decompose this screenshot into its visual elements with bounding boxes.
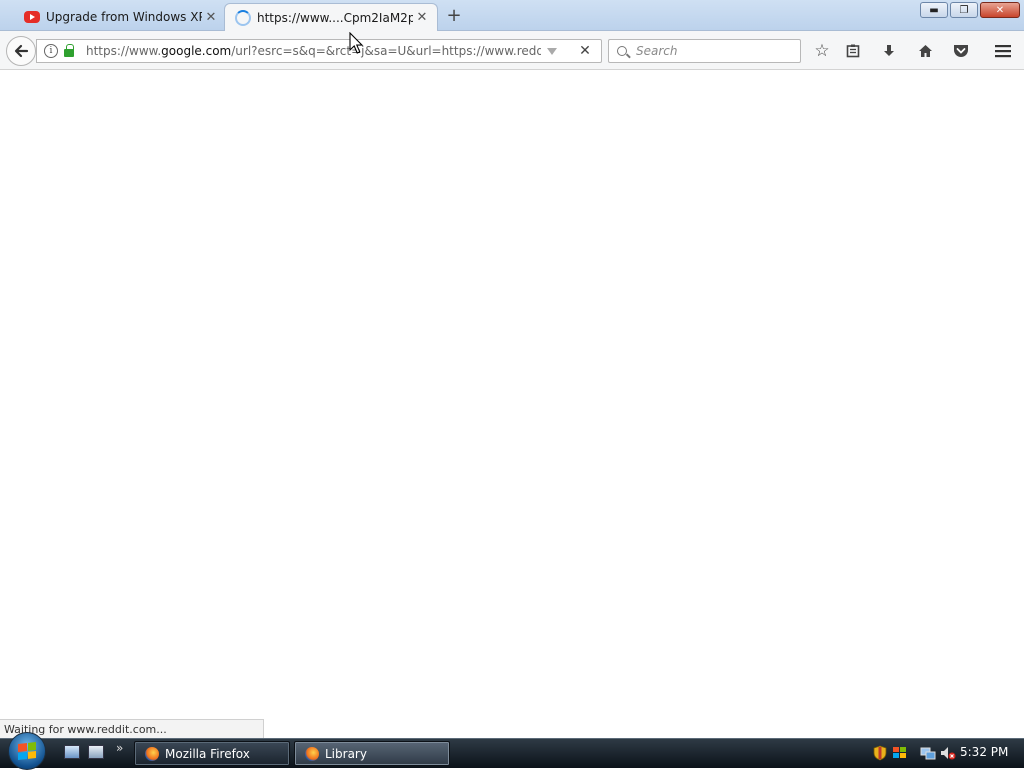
taskbar-button-library[interactable]: Library bbox=[294, 741, 450, 766]
url-text[interactable]: https://www.google.com/url?esrc=s&q=&rct… bbox=[86, 44, 541, 58]
taskbar-button-label: Mozilla Firefox bbox=[165, 746, 250, 761]
close-window-button[interactable]: ✕ bbox=[980, 2, 1020, 18]
tab-title: https://www....Cpm2IaM2pX bbox=[257, 10, 413, 25]
new-tab-button[interactable]: + bbox=[444, 6, 464, 26]
navigation-toolbar: i https://www.google.com/url?esrc=s&q=&r… bbox=[0, 31, 1024, 70]
tab-youtube[interactable]: Upgrade from Windows XP... ✕ bbox=[14, 3, 226, 31]
page-content-area[interactable] bbox=[0, 71, 1024, 738]
security-shield-icon[interactable] bbox=[872, 745, 888, 761]
tab-reddit-loading[interactable]: https://www....Cpm2IaM2pX ✕ bbox=[224, 3, 438, 31]
bookmark-star-icon[interactable]: ☆ bbox=[812, 41, 832, 61]
switch-windows-icon[interactable] bbox=[88, 745, 104, 759]
show-desktop-icon[interactable] bbox=[64, 745, 80, 759]
url-bar[interactable]: i https://www.google.com/url?esrc=s&q=&r… bbox=[36, 39, 602, 63]
search-icon bbox=[617, 46, 627, 56]
lock-icon bbox=[64, 44, 74, 57]
youtube-icon bbox=[24, 11, 40, 23]
system-tray bbox=[872, 740, 956, 766]
window-controls: ▬ ❐ ✕ bbox=[920, 2, 1020, 18]
minimize-button[interactable]: ▬ bbox=[920, 2, 948, 18]
search-input[interactable]: Search bbox=[608, 39, 801, 63]
taskbar-button-label: Library bbox=[325, 746, 367, 761]
url-history-dropdown-icon[interactable] bbox=[547, 47, 557, 55]
site-info-icon[interactable]: i bbox=[44, 44, 58, 58]
close-tab-icon[interactable]: ✕ bbox=[202, 8, 220, 26]
firefox-icon bbox=[305, 746, 319, 761]
status-bar: Waiting for www.reddit.com... bbox=[0, 719, 264, 738]
pocket-icon[interactable] bbox=[951, 41, 971, 61]
windows-update-icon[interactable] bbox=[892, 745, 908, 761]
taskbar-clock[interactable]: 5:32 PM bbox=[960, 745, 1008, 759]
volume-muted-icon[interactable] bbox=[940, 745, 956, 761]
close-tab-icon[interactable]: ✕ bbox=[413, 9, 431, 27]
network-icon[interactable] bbox=[920, 745, 936, 761]
loading-spinner-icon bbox=[235, 9, 251, 26]
home-icon[interactable] bbox=[915, 41, 935, 61]
maximize-button[interactable]: ❐ bbox=[950, 2, 978, 18]
downloads-icon[interactable] bbox=[879, 41, 899, 61]
bookmarks-menu-icon[interactable] bbox=[843, 41, 863, 61]
start-button[interactable] bbox=[8, 732, 50, 770]
tab-strip: Upgrade from Windows XP... ✕ https://www… bbox=[0, 0, 1024, 31]
quick-launch-more-icon[interactable]: » bbox=[116, 741, 123, 755]
hamburger-menu-icon[interactable] bbox=[993, 41, 1013, 61]
search-placeholder: Search bbox=[636, 44, 678, 58]
firefox-icon bbox=[145, 746, 159, 761]
back-arrow-icon bbox=[14, 44, 29, 58]
windows-logo-icon bbox=[8, 732, 46, 770]
tab-title: Upgrade from Windows XP... bbox=[46, 10, 202, 24]
back-button[interactable] bbox=[6, 36, 36, 66]
taskbar-button-firefox[interactable]: Mozilla Firefox bbox=[134, 741, 290, 766]
stop-loading-button[interactable]: ✕ bbox=[575, 43, 595, 59]
